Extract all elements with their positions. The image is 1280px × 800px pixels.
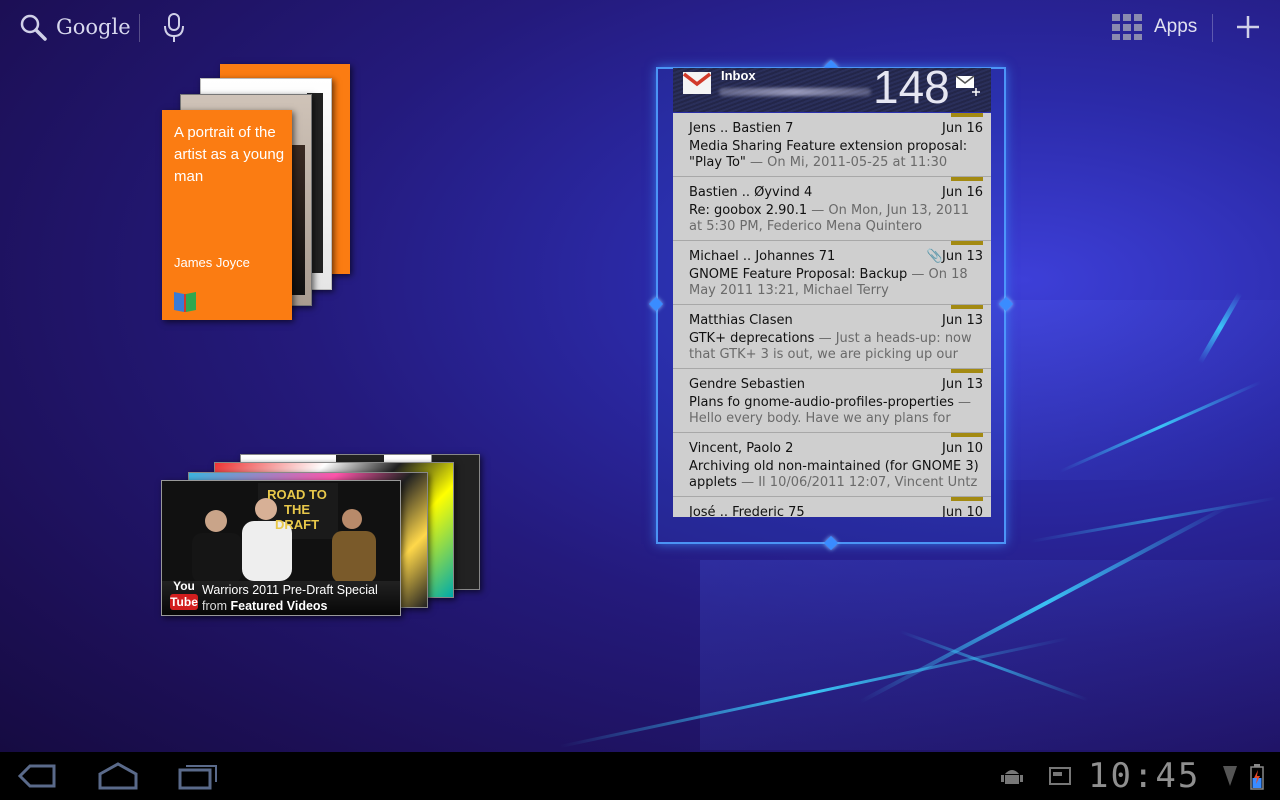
youtube-widget[interactable]: ROAD TO THE DRAFT You Tube Warriors 2011… [160, 454, 490, 620]
message-row[interactable]: Jens .. Bastien 7 Jun 16 Media Sharing Fea… [673, 113, 991, 177]
message-subject: Re: goobox 2.90.1 [689, 203, 808, 218]
message-row[interactable]: José .. Frederic 75 Jun 10 [673, 497, 991, 517]
priority-marker [951, 241, 983, 245]
recent-apps-icon[interactable] [176, 760, 220, 792]
google-books-icon [174, 292, 196, 312]
message-sender: Matthias Clasen [689, 313, 793, 328]
video-caption: You Tube Warriors 2011 Pre-Draft Special… [162, 579, 400, 615]
account-email-redacted [719, 88, 871, 96]
gmail-message-list[interactable]: Jens .. Bastien 7 Jun 16 Media Sharing Fea… [673, 113, 991, 517]
divider [139, 14, 140, 42]
message-subject: GNOME Feature Proposal: Backup [689, 267, 908, 282]
priority-marker [951, 433, 983, 437]
signal-icon [1223, 766, 1237, 786]
video-source-name: Featured Videos [230, 599, 328, 613]
message-preview: Plans fo gnome-audio-profiles-properties… [689, 395, 983, 427]
video-source-prefix: from [202, 599, 227, 613]
system-bar: 10:45 [0, 752, 1280, 800]
youtube-logo-tube: Tube [170, 594, 198, 610]
youtube-logo-you: You [173, 579, 195, 593]
gmail-label: Inbox [721, 68, 756, 83]
clock[interactable]: 10:45 [1088, 756, 1200, 796]
message-subject: GTK+ deprecations [689, 331, 815, 346]
gmail-widget-header[interactable]: Inbox 148 [673, 61, 991, 113]
search-icon [20, 14, 47, 41]
divider [1212, 14, 1213, 42]
message-preview: GTK+ deprecations — Just a heads-up: now… [689, 331, 983, 363]
message-row[interactable]: Bastien .. Øyvind 4 Jun 16 Re: goobox 2.90… [673, 177, 991, 241]
google-search-button[interactable]: Google [18, 12, 131, 42]
youtube-logo: You Tube [170, 579, 198, 610]
message-sender: Jens .. Bastien 7 [689, 121, 794, 136]
message-row[interactable]: Vincent, Paolo 2 Jun 10 Archiving old non-… [673, 433, 991, 497]
video-thumbnail-front[interactable]: ROAD TO THE DRAFT You Tube Warriors 2011… [161, 480, 401, 616]
message-sender: Bastien .. Øyvind 4 [689, 185, 813, 200]
video-source: from Featured Videos [202, 599, 328, 613]
books-widget[interactable]: A portrait of the artist as a young man … [160, 62, 360, 322]
home-icon[interactable] [96, 760, 140, 792]
message-preview: Re: goobox 2.90.1 — On Mon, Jun 13, 2011… [689, 203, 983, 235]
message-date: Jun 10 [942, 441, 983, 456]
book-title: A portrait of the artist as a young man [174, 124, 285, 185]
message-preview: Media Sharing Feature extension proposal… [689, 139, 983, 171]
message-snippet: — On Mi, 2011-05-25 at 11:30 [745, 155, 948, 170]
message-sender: Gendre Sebastien [689, 377, 805, 392]
book-cover-front[interactable]: A portrait of the artist as a young man … [162, 110, 292, 320]
message-preview: Archiving old non-maintained (for GNOME … [689, 459, 983, 491]
priority-marker [951, 305, 983, 309]
priority-marker [951, 113, 983, 117]
microphone-icon [164, 13, 184, 42]
sd-card-icon [1049, 767, 1071, 785]
compose-icon[interactable] [955, 74, 981, 96]
book-author: James Joyce [174, 255, 250, 270]
video-title: Warriors 2011 Pre-Draft Special [202, 583, 378, 597]
android-debug-icon [1001, 770, 1023, 784]
add-widget-icon[interactable] [1234, 12, 1262, 42]
message-preview: GNOME Feature Proposal: Backup — On 18 M… [689, 267, 983, 299]
voice-search-button[interactable] [162, 12, 186, 48]
gmail-icon [683, 72, 711, 94]
message-row[interactable]: Michael .. Johannes 71 📎 Jun 13 GNOME Featu… [673, 241, 991, 305]
message-date: Jun 16 [942, 185, 983, 200]
message-date: Jun 13 [942, 249, 983, 264]
message-sender: José .. Frederic 75 [689, 505, 805, 517]
unread-count: 148 [873, 61, 950, 113]
apps-label: Apps [1154, 16, 1198, 37]
apps-grid-icon [1112, 14, 1142, 40]
video-thumb-text: ROAD TO THE DRAFT [267, 487, 327, 532]
message-subject: Plans fo gnome-audio-profiles-properties [689, 395, 954, 410]
google-search-label: Google [56, 15, 131, 39]
back-icon[interactable] [16, 760, 58, 792]
priority-marker [951, 177, 983, 181]
message-date: Jun 16 [942, 121, 983, 136]
message-sender: Michael .. Johannes 71 [689, 249, 836, 264]
message-sender: Vincent, Paolo 2 [689, 441, 794, 456]
paperclip-icon: 📎 [926, 249, 943, 264]
priority-marker [951, 369, 983, 373]
apps-button[interactable]: Apps [1112, 14, 1197, 40]
message-row[interactable]: Matthias Clasen Jun 13 GTK+ deprecations —… [673, 305, 991, 369]
message-row[interactable]: Gendre Sebastien Jun 13 Plans fo gnome-aud… [673, 369, 991, 433]
top-bar: Google Apps [0, 0, 1280, 56]
message-date: Jun 13 [942, 377, 983, 392]
message-date: Jun 13 [942, 313, 983, 328]
message-snippet: — Il 10/06/2011 12:07, Vincent Untz [736, 475, 978, 490]
message-date: Jun 10 [942, 505, 983, 517]
priority-marker [951, 497, 983, 501]
battery-charging-icon [1250, 764, 1264, 790]
